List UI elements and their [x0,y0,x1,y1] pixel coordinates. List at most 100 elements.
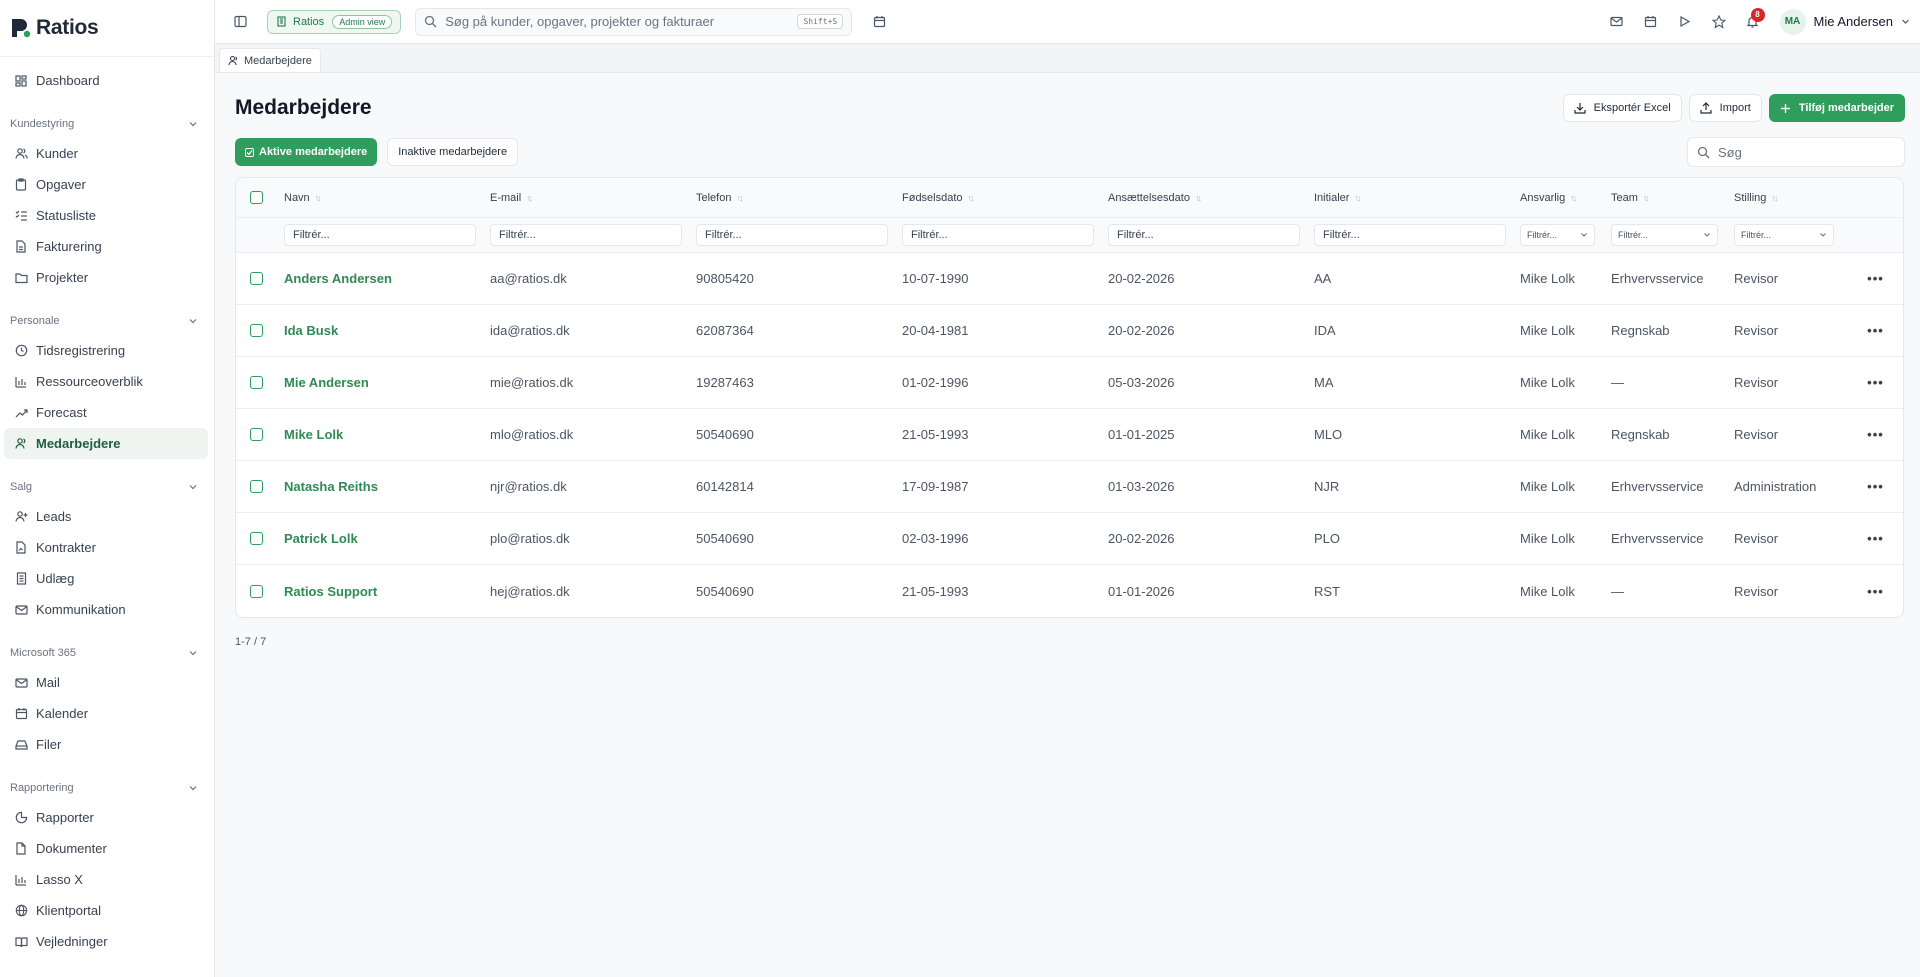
sidebar-item-mail[interactable]: Mail [4,667,208,698]
sidebar-item-ressourceoverblik[interactable]: Ressourceoverblik [4,366,208,397]
table-row[interactable]: Anders Andersen aa@ratios.dk 90805420 10-07… [236,253,1903,305]
row-checkbox[interactable] [249,584,263,598]
filter-cell-team: Filtrér... [1603,224,1726,246]
employee-name-link[interactable]: Anders Andersen [284,271,392,286]
sidebar-item-rapporter[interactable]: Rapporter [4,802,208,833]
org-switcher[interactable]: Ratios Admin view [267,9,402,34]
column-header-team[interactable]: Team ↑↓ [1603,192,1726,204]
sidebar-item-medarbejdere[interactable]: Medarbejdere [4,428,208,459]
more-options-icon[interactable]: ••• [1867,584,1884,599]
filter-input-initialer[interactable]: Filtrér... [1314,224,1506,246]
notifications-button[interactable]: 8 [1738,7,1768,37]
favorites-button[interactable] [1704,7,1734,37]
row-checkbox[interactable] [249,480,263,493]
sidebar-section-microsoft-365[interactable]: Microsoft 365 [0,639,214,667]
column-header-foedselsdato[interactable]: Fødselsdato ↑↓ [894,192,1100,204]
filter-input-navn[interactable]: Filtrér... [284,224,476,246]
column-header-telefon[interactable]: Telefon ↑↓ [688,192,894,204]
calendar-button[interactable] [864,7,894,37]
sidebar-item-filer[interactable]: Filer [4,729,208,760]
sidebar-item-tidsregistrering[interactable]: Tidsregistrering [4,335,208,366]
filter-select-team[interactable]: Filtrér... [1611,224,1718,246]
filter-input-foedselsdato[interactable]: Filtrér... [902,224,1094,246]
column-header-label: Telefon [696,191,732,204]
sidebar-section-salg[interactable]: Salg [0,473,214,501]
filter-input-telefon[interactable]: Filtrér... [696,224,888,246]
sidebar-item-dashboard[interactable]: Dashboard [4,65,208,96]
filter-select-stilling[interactable]: Filtrér... [1734,224,1834,246]
import-button[interactable]: Import [1688,94,1762,122]
sidebar-item-dokumenter[interactable]: Dokumenter [4,833,208,864]
employee-name-link[interactable]: Natasha Reiths [284,479,378,494]
more-options-icon[interactable]: ••• [1867,271,1884,286]
sidebar-item-lasso-x[interactable]: Lasso X [4,864,208,895]
sidebar-item-projekter[interactable]: Projekter [4,262,208,293]
select-all-checkbox[interactable] [249,191,263,204]
sidebar-item-klientportal[interactable]: Klientportal [4,895,208,926]
more-options-icon[interactable]: ••• [1867,323,1884,338]
sidebar-item-statusliste[interactable]: Statusliste [4,200,208,231]
sidebar-item-vejledninger[interactable]: Vejledninger [4,926,208,957]
calendar-shortcut-button[interactable] [1636,7,1666,37]
filter-input-ansaettelsesdato[interactable]: Filtrér... [1108,224,1300,246]
filter-active-employees[interactable]: Aktive medarbejdere [235,138,378,166]
sidebar-item-kalender[interactable]: Kalender [4,698,208,729]
chevron-down-icon [1902,19,1909,24]
column-header-navn[interactable]: Navn ↑↓ [276,192,482,204]
row-checkbox[interactable] [249,272,263,285]
column-header-ansvarlig[interactable]: Ansvarlig ↑↓ [1512,192,1603,204]
add-employee-button[interactable]: Tilføj medarbejder [1768,94,1905,122]
sidebar-item-fakturering[interactable]: Fakturering [4,231,208,262]
sidebar-item-kontrakter[interactable]: Kontrakter [4,532,208,563]
table-row[interactable]: Patrick Lolk plo@ratios.dk 50540690 02-03-1… [236,513,1903,565]
row-checkbox[interactable] [249,428,263,441]
column-header-initialer[interactable]: Initialer ↑↓ [1306,192,1512,204]
table-row[interactable]: Natasha Reiths njr@ratios.dk 60142814 17-09… [236,461,1903,513]
sidebar-item-udlaeg[interactable]: Udlæg [4,563,208,594]
tab-medarbejdere[interactable]: Medarbejdere [219,48,321,72]
pagination-summary: 1-7 / 7 [235,636,267,648]
filter-input-e-mail[interactable]: Filtrér... [490,224,682,246]
cell-initials: PLO [1314,531,1341,546]
user-menu[interactable]: MA Mie Andersen [1779,8,1911,35]
filter-inactive-employees[interactable]: Inaktive medarbejdere [387,138,519,166]
row-checkbox[interactable] [249,324,263,337]
table-row[interactable]: Ida Busk ida@ratios.dk 62087364 20-04-1981 2… [236,305,1903,357]
sidebar-section-rapportering[interactable]: Rapportering [0,774,214,802]
employee-name-link[interactable]: Patrick Lolk [284,531,358,546]
employee-name-link[interactable]: Ratios Support [284,584,377,599]
filter-select-ansvarlig[interactable]: Filtrér... [1520,224,1595,246]
more-options-icon[interactable]: ••• [1867,427,1884,442]
mail-icon [14,603,28,617]
employee-name-link[interactable]: Ida Busk [284,323,338,338]
sidebar-section-kundestyring[interactable]: Kundestyring [0,110,214,138]
start-timer-button[interactable] [1670,7,1700,37]
table-row[interactable]: Mie Andersen mie@ratios.dk 19287463 01-02-1… [236,357,1903,409]
sidebar-item-kommunikation[interactable]: Kommunikation [4,594,208,625]
sidebar-item-opgaver[interactable]: Opgaver [4,169,208,200]
table-row[interactable]: Mike Lolk mlo@ratios.dk 50540690 21-05-1993… [236,409,1903,461]
column-header-ansaettelsesdato[interactable]: Ansættelsesdato ↑↓ [1100,192,1306,204]
table-row[interactable]: Ratios Support hej@ratios.dk 50540690 21-05… [236,565,1903,617]
table-search-input[interactable]: Søg [1687,137,1905,167]
employee-name-link[interactable]: Mie Andersen [284,375,369,390]
logo[interactable]: Ratios [0,0,214,57]
sidebar-item-kunder[interactable]: Kunder [4,138,208,169]
more-options-icon[interactable]: ••• [1867,479,1884,494]
more-options-icon[interactable]: ••• [1867,375,1884,390]
cell-initials: MLO [1314,427,1343,442]
row-checkbox[interactable] [249,532,263,545]
export-excel-button[interactable]: Eksportér Excel [1562,94,1682,122]
column-header-stilling[interactable]: Stilling ↑↓ [1726,192,1846,204]
global-search-input[interactable]: Søg på kunder, opgaver, projekter og fak… [415,7,853,36]
toggle-sidebar-button[interactable] [225,7,255,37]
more-options-icon[interactable]: ••• [1867,531,1884,546]
column-header-e-mail[interactable]: E-mail ↑↓ [482,192,688,204]
mail-button[interactable] [1602,7,1632,37]
row-checkbox[interactable] [249,376,263,389]
cell-name: Mie Andersen [276,375,482,390]
sidebar-section-personale[interactable]: Personale [0,307,214,335]
sidebar-item-forecast[interactable]: Forecast [4,397,208,428]
sidebar-item-leads[interactable]: Leads [4,501,208,532]
employee-name-link[interactable]: Mike Lolk [284,427,343,442]
